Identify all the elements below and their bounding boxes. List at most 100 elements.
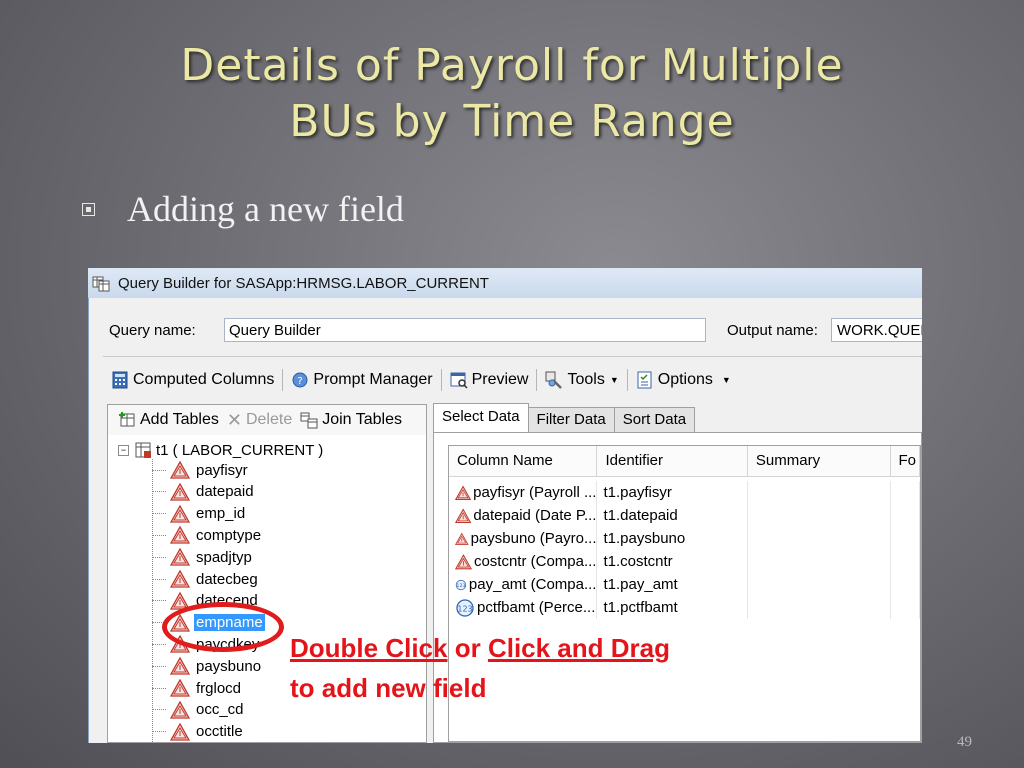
highlight-circle <box>162 602 284 652</box>
column-header-column-name[interactable]: Column Name <box>449 446 598 476</box>
tree-field-item[interactable]: paysbuno <box>152 655 263 677</box>
table-row[interactable]: payfisyr (Payroll ... t1.payfisyr <box>449 481 920 504</box>
cell-column-name: 123 pctfbamt (Perce... <box>449 596 598 619</box>
grid-header: Column Name Identifier Summary Fo <box>449 446 920 477</box>
preview-button[interactable]: Preview <box>446 371 533 389</box>
toolbar-separator <box>282 369 284 391</box>
options-icon <box>637 371 652 389</box>
cell-identifier: t1.pay_amt <box>597 573 748 596</box>
bullet-square-icon <box>82 202 95 216</box>
join-tables-button[interactable]: Join Tables <box>296 411 406 429</box>
bullet-text: Adding a new field <box>127 189 404 229</box>
slide-title-line1: Details of Payroll for Multiple <box>180 40 844 91</box>
character-column-icon <box>170 461 190 479</box>
cell-identifier: t1.pctfbamt <box>597 596 748 619</box>
character-column-icon <box>170 722 190 741</box>
column-name-text: costcntr (Compa... <box>473 553 597 570</box>
cell-column-name: payfisyr (Payroll ... <box>449 481 598 504</box>
tree-field-label: payfisyr <box>196 461 248 479</box>
output-name-input[interactable]: WORK.QUERY_ <box>831 318 922 342</box>
tree-root-node[interactable]: − t1 ( LABOR_CURRENT ) <box>118 441 323 459</box>
options-menu-button[interactable]: Options ▼ <box>632 371 735 389</box>
query-name-input[interactable]: Query Builder <box>224 318 706 342</box>
preview-label: Preview <box>471 371 529 388</box>
cell-summary <box>748 527 891 550</box>
character-column-icon <box>455 484 472 500</box>
character-column-icon <box>170 570 190 588</box>
annotation-or: or <box>447 633 488 663</box>
prompt-manager-label: Prompt Manager <box>313 371 433 388</box>
tab-sort-data[interactable]: Sort Data <box>613 407 696 432</box>
cell-summary <box>748 550 891 573</box>
cell-identifier: t1.costcntr <box>597 550 748 573</box>
column-name-text: datepaid (Date P... <box>473 507 597 524</box>
delete-button[interactable]: ✕ Delete <box>223 410 296 431</box>
cell-format <box>891 481 920 504</box>
annotation-double-click: Double Click <box>290 633 448 663</box>
options-label: Options <box>657 371 713 388</box>
column-header-summary[interactable]: Summary <box>748 446 891 476</box>
character-column-icon <box>170 526 190 545</box>
table-row[interactable]: 123 pctfbamt (Perce... t1.pctfbamt <box>449 596 920 619</box>
query-name-label: Query name: <box>109 321 196 339</box>
cell-summary <box>748 481 891 504</box>
tree-field-label: datepaid <box>196 483 254 501</box>
character-column-icon <box>170 504 190 523</box>
character-column-icon <box>455 507 472 523</box>
window-title: Query Builder for SASApp:HRMSG.LABOR_CUR… <box>118 274 489 292</box>
cell-column-name: datepaid (Date P... <box>449 504 598 527</box>
tree-root-label: t1 ( LABOR_CURRENT ) <box>156 441 324 459</box>
tree-field-item[interactable]: occ_cd <box>152 699 246 721</box>
character-column-icon <box>455 532 469 545</box>
bullet-item: Adding a new field <box>82 188 404 230</box>
table-row[interactable]: costcntr (Compa... t1.costcntr <box>449 550 920 573</box>
tree-field-item[interactable]: datepaid <box>152 481 256 503</box>
tree-field-item[interactable]: emp_id <box>152 503 247 525</box>
table-row[interactable]: datepaid (Date P... t1.datepaid <box>449 504 920 527</box>
character-column-icon <box>170 482 190 501</box>
table-row[interactable]: paysbuno (Payro... t1.paysbuno <box>449 527 920 550</box>
join-tables-icon <box>300 412 318 429</box>
tree-field-label: datecbeg <box>196 570 258 588</box>
computed-columns-button[interactable]: Computed Columns <box>107 371 278 389</box>
tree-field-item[interactable]: spadjtyp <box>152 546 254 568</box>
cell-summary <box>748 504 891 527</box>
annotation-line2: to add new field <box>290 673 487 703</box>
preview-icon <box>450 372 468 389</box>
column-header-format[interactable]: Fo <box>891 446 920 476</box>
prompt-manager-button[interactable]: ? Prompt Manager <box>287 371 436 389</box>
tables-toolbar: Add Tables ✕ Delete Join Tables <box>108 405 426 436</box>
column-name-text: pctfbamt (Perce... <box>477 599 596 616</box>
cell-column-name: 123 pay_amt (Compa... <box>449 573 598 596</box>
annotation-click-drag: Click and Drag <box>487 633 670 663</box>
tree-field-label: occ_cd <box>196 701 244 719</box>
tree-field-label: paysbuno <box>196 657 262 675</box>
character-column-icon <box>170 548 190 566</box>
tree-field-label: frglocd <box>196 679 242 697</box>
tree-field-item[interactable]: frglocd <box>152 677 243 699</box>
tree-field-item[interactable]: payfisyr <box>152 459 250 481</box>
column-header-identifier[interactable]: Identifier <box>597 446 748 476</box>
slide-title-line2: BUs by Time Range <box>289 96 735 147</box>
collapse-icon[interactable]: − <box>118 444 129 456</box>
toolbar-separator <box>536 369 538 391</box>
tree-field-item[interactable]: occtitle <box>152 721 245 743</box>
table-row[interactable]: 123 pay_amt (Compa... t1.pay_amt <box>449 573 920 596</box>
cell-summary <box>748 573 891 596</box>
tools-menu-button[interactable]: Tools ▼ <box>541 371 622 389</box>
join-tables-label: Join Tables <box>322 411 402 428</box>
svg-text:123: 123 <box>457 604 472 613</box>
cell-summary <box>748 596 891 619</box>
cell-identifier: t1.datepaid <box>597 504 748 527</box>
numeric-column-icon: 123 <box>456 598 474 617</box>
tab-select-data[interactable]: Select Data <box>433 403 529 432</box>
calculator-icon <box>112 371 128 389</box>
character-column-icon <box>170 657 190 675</box>
tree-field-item[interactable]: comptype <box>152 524 263 546</box>
tree-field-label: occtitle <box>196 723 243 741</box>
add-tables-button[interactable]: Add Tables <box>114 411 223 429</box>
tab-filter-data[interactable]: Filter Data <box>527 407 615 432</box>
tree-field-item[interactable]: datecbeg <box>152 568 260 590</box>
divider <box>103 356 922 357</box>
character-column-icon <box>170 700 190 719</box>
